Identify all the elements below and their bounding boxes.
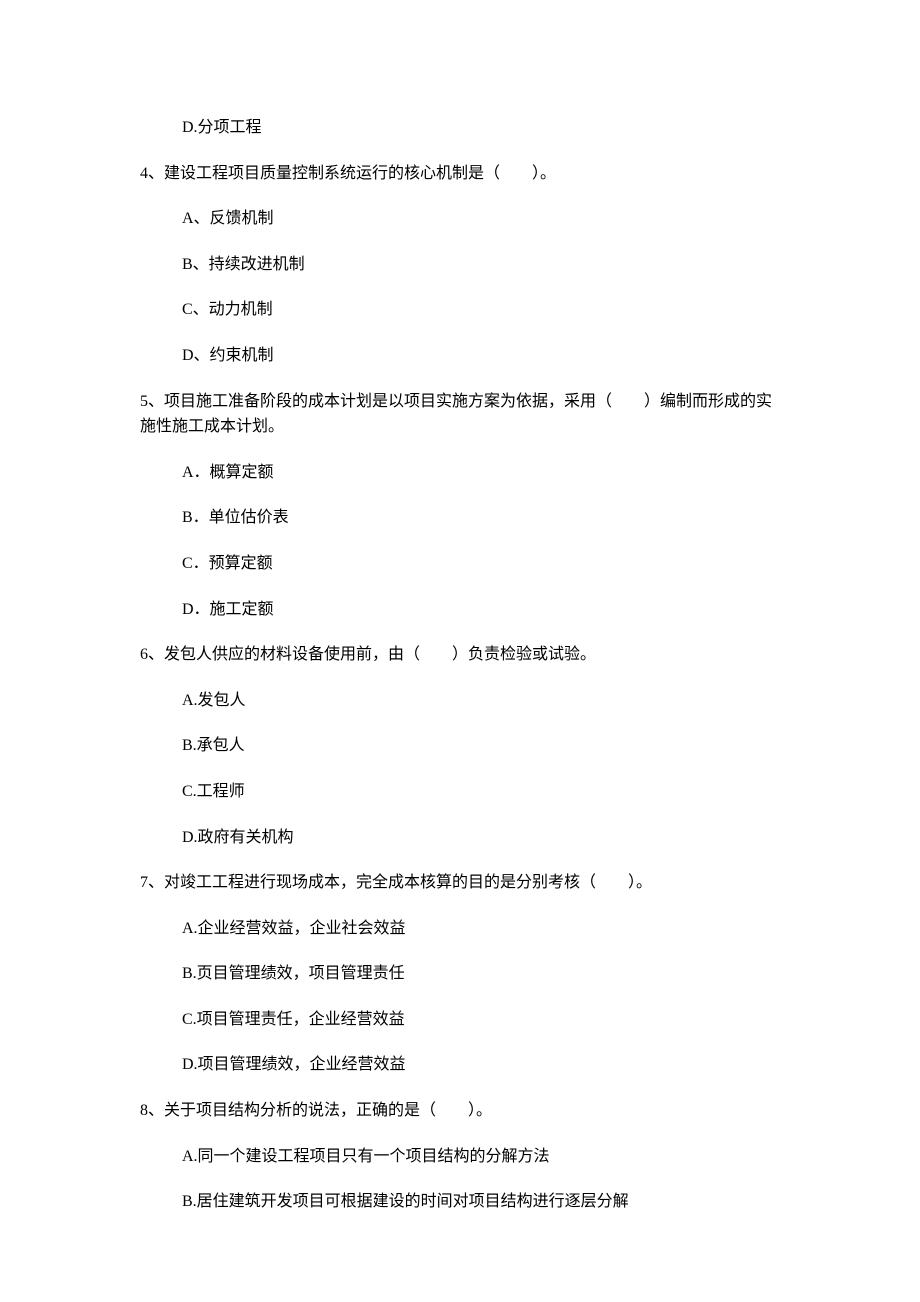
q7-option-c: C.项目管理责任，企业经营效益 bbox=[182, 1007, 780, 1033]
q6-option-b: B.承包人 bbox=[182, 733, 780, 759]
q5-option-d: D．施工定额 bbox=[182, 597, 780, 623]
q4-option-b: B、持续改进机制 bbox=[182, 252, 780, 278]
q5-stem: 5、项目施工准备阶段的成本计划是以项目实施方案为依据，采用（ ）编制而形成的实施… bbox=[140, 389, 780, 440]
q4-option-c: C、动力机制 bbox=[182, 297, 780, 323]
q7-option-d: D.项目管理绩效，企业经营效益 bbox=[182, 1052, 780, 1078]
q5-option-a: A．概算定额 bbox=[182, 460, 780, 486]
q4-option-d: D、约束机制 bbox=[182, 343, 780, 369]
q6-option-c: C.工程师 bbox=[182, 779, 780, 805]
q8-option-a: A.同一个建设工程项目只有一个项目结构的分解方法 bbox=[182, 1144, 780, 1170]
q8-option-b: B.居住建筑开发项目可根据建设的时间对项目结构进行逐层分解 bbox=[182, 1189, 780, 1215]
q6-option-d: D.政府有关机构 bbox=[182, 825, 780, 851]
q6-stem: 6、发包人供应的材料设备使用前，由（ ）负责检验或试验。 bbox=[140, 642, 780, 668]
q8-stem: 8、关于项目结构分析的说法，正确的是（ ）。 bbox=[140, 1098, 780, 1124]
q7-option-a: A.企业经营效益，企业社会效益 bbox=[182, 916, 780, 942]
q4-stem: 4、建设工程项目质量控制系统运行的核心机制是（ ）。 bbox=[140, 161, 780, 187]
q3-option-d: D.分项工程 bbox=[182, 115, 780, 141]
q7-option-b: B.页目管理绩效，项目管理责任 bbox=[182, 961, 780, 987]
q5-option-c: C．预算定额 bbox=[182, 551, 780, 577]
q4-option-a: A、反馈机制 bbox=[182, 206, 780, 232]
q7-stem: 7、对竣工工程进行现场成本，完全成本核算的目的是分别考核（ ）。 bbox=[140, 870, 780, 896]
q5-option-b: B．单位估价表 bbox=[182, 505, 780, 531]
q6-option-a: A.发包人 bbox=[182, 688, 780, 714]
